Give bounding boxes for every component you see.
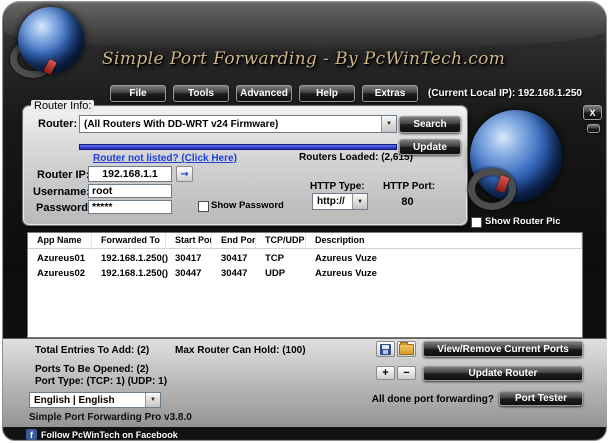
- remove-entry-button[interactable]: −: [397, 366, 416, 380]
- cell-start-port: 30447: [175, 268, 202, 279]
- cell-description: Azureus Vuze: [315, 253, 377, 264]
- save-list-button[interactable]: [376, 341, 395, 357]
- show-router-pic-label: Show Router Pic: [485, 216, 561, 227]
- cell-tcp-udp: UDP: [265, 268, 286, 279]
- app-window: Simple Port Forwarding - By PcWinTech.co…: [0, 0, 610, 443]
- menu-extras-button[interactable]: Extras: [362, 85, 418, 102]
- max-hold-label: Max Router Can Hold: (100): [175, 345, 306, 356]
- menu-bar: File Tools Advanced Help Extras (Current…: [110, 85, 582, 102]
- add-entry-button[interactable]: +: [376, 366, 395, 380]
- dropdown-arrow-icon: ▼: [381, 116, 396, 132]
- update-router-button[interactable]: Update Router: [423, 366, 583, 381]
- port-tester-button[interactable]: Port Tester: [499, 391, 583, 406]
- menu-help-button[interactable]: Help: [299, 85, 355, 102]
- router-label: Router:: [38, 118, 78, 130]
- ports-to-open-label: Ports To Be Opened: (2): [35, 364, 149, 375]
- open-folder-icon: [399, 341, 414, 355]
- update-button[interactable]: Update: [399, 139, 461, 155]
- menu-advanced-button[interactable]: Advanced: [236, 85, 292, 102]
- all-done-label: All done port forwarding?: [371, 394, 494, 405]
- password-input[interactable]: [88, 200, 172, 214]
- app-title: Simple Port Forwarding - By PcWinTech.co…: [102, 49, 506, 69]
- menu-tools-button[interactable]: Tools: [173, 85, 229, 102]
- language-select[interactable]: English | English ▼: [29, 392, 161, 408]
- username-label: Username:: [33, 186, 90, 198]
- cell-description: Azureus Vuze: [315, 268, 377, 279]
- menu-file-button[interactable]: File: [110, 85, 166, 102]
- show-router-pic-checkbox[interactable]: [471, 217, 482, 228]
- router-not-listed-link[interactable]: Router not listed? (Click Here): [93, 153, 237, 164]
- close-button[interactable]: X: [583, 105, 602, 120]
- save-icon: [380, 343, 391, 355]
- router-load-progress-bar: [79, 144, 397, 150]
- total-entries-label: Total Entries To Add: (2): [35, 345, 150, 356]
- cell-start-port: 30417: [175, 253, 202, 264]
- cell-forwarded-to: 192.168.1.250(): [101, 268, 169, 279]
- cable-ring-icon: [468, 168, 516, 210]
- column-header[interactable]: App Name: [28, 233, 92, 248]
- username-input[interactable]: [88, 184, 172, 198]
- http-type-label: HTTP Type:: [310, 181, 365, 192]
- cell-app-name: Azureus02: [37, 268, 86, 279]
- cell-end-port: 30447: [221, 268, 248, 279]
- http-port-label: HTTP Port:: [383, 181, 436, 192]
- port-type-label: Port Type: (TCP: 1) (UDP: 1): [35, 376, 168, 387]
- open-list-button[interactable]: [397, 341, 416, 357]
- router-ip-input[interactable]: [88, 166, 172, 182]
- minimize-button[interactable]: [587, 124, 600, 133]
- router-select[interactable]: (All Routers With DD-WRT v24 Firmware) ▼: [79, 115, 397, 133]
- facebook-icon[interactable]: f: [26, 429, 37, 440]
- routers-loaded-label: Routers Loaded: (2,615): [299, 152, 413, 163]
- column-header[interactable]: End Port: [212, 233, 256, 248]
- http-port-value[interactable]: 80: [385, 196, 430, 208]
- column-header[interactable]: Description: [306, 233, 582, 248]
- current-local-ip-label: (Current Local IP): 192.168.1.250: [428, 88, 582, 99]
- table-row[interactable]: Azureus02 192.168.1.250() 30447 30447 UD…: [28, 266, 582, 281]
- column-header[interactable]: Start Port: [166, 233, 212, 248]
- router-select-value: (All Routers With DD-WRT v24 Firmware): [84, 118, 279, 130]
- app-version-label: Simple Port Forwarding Pro v3.8.0: [29, 412, 192, 423]
- detect-ip-icon[interactable]: →: [176, 166, 193, 182]
- facebook-follow-link[interactable]: Follow PcWinTech on Facebook: [41, 430, 178, 440]
- http-type-value: http://: [317, 196, 345, 207]
- table-header-row: App Name Forwarded To Start Port End Por…: [28, 233, 582, 249]
- view-remove-ports-button[interactable]: View/Remove Current Ports: [423, 341, 583, 357]
- password-label: Password:: [36, 202, 92, 214]
- show-password-checkbox[interactable]: [198, 201, 209, 212]
- cell-end-port: 30417: [221, 253, 248, 264]
- cell-forwarded-to: 192.168.1.250(): [101, 253, 169, 264]
- cell-app-name: Azureus01: [37, 253, 86, 264]
- ports-table: App Name Forwarded To Start Port End Por…: [27, 232, 583, 338]
- router-info-legend: Router Info:: [31, 100, 95, 112]
- search-button[interactable]: Search: [399, 116, 461, 133]
- router-ip-label: Router IP:: [37, 169, 90, 181]
- show-password-label: Show Password: [211, 200, 284, 211]
- http-type-select[interactable]: http:// ▼: [312, 193, 368, 210]
- language-select-value: English | English: [34, 394, 115, 406]
- dropdown-arrow-icon: ▼: [352, 194, 367, 209]
- table-row[interactable]: Azureus01 192.168.1.250() 30417 30417 TC…: [28, 251, 582, 266]
- dropdown-arrow-icon: ▼: [145, 393, 160, 407]
- column-header[interactable]: TCP/UDP: [256, 233, 306, 248]
- cell-tcp-udp: TCP: [265, 253, 284, 264]
- column-header[interactable]: Forwarded To: [92, 233, 166, 248]
